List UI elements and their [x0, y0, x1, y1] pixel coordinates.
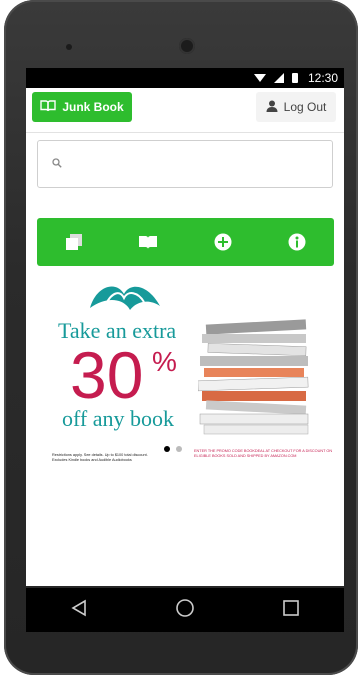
recents-icon[interactable]	[282, 599, 300, 622]
system-nav-bar	[26, 588, 344, 632]
holly-leaf-logo	[86, 276, 164, 319]
promo-headline-bottom: off any book	[62, 406, 175, 431]
earpiece-speaker	[66, 44, 72, 50]
logout-label: Log Out	[283, 100, 327, 114]
fine-print-right: ENTER THE PROMO CODE BOOKDEAL AT CHECKOU…	[194, 449, 333, 458]
status-time: 12:30	[307, 71, 338, 85]
user-icon	[266, 100, 278, 115]
brand-label: Junk Book	[62, 100, 124, 114]
search-input[interactable]	[70, 156, 314, 172]
search-icon	[52, 155, 62, 173]
back-icon[interactable]	[70, 599, 88, 622]
front-camera	[179, 38, 195, 54]
carousel-dot-active[interactable]	[164, 446, 170, 452]
open-book-icon	[40, 99, 57, 115]
search-box[interactable]	[37, 140, 333, 188]
junk-book-button[interactable]: Junk Book	[32, 92, 132, 122]
category-nav	[37, 218, 334, 266]
signal-icon	[273, 73, 284, 83]
status-bar: 12:30	[26, 68, 344, 88]
plus-circle-icon[interactable]	[208, 227, 238, 257]
wifi-icon	[253, 74, 266, 82]
books-stack-icon[interactable]	[59, 227, 89, 257]
fine-print-left: Restrictions apply. See details. Up to $…	[52, 453, 148, 462]
books-stack-illustration	[197, 318, 318, 441]
promo-banner[interactable]: Take an extra 30 % off any book Restrict…	[26, 274, 344, 504]
info-circle-icon[interactable]	[282, 227, 312, 257]
app-screen: 12:30 Junk Book Log Out Take an extra 30…	[26, 68, 344, 586]
battery-icon	[291, 73, 298, 83]
carousel-dot[interactable]	[176, 446, 182, 452]
top-bar: Junk Book Log Out	[26, 88, 344, 133]
promo-discount-number: 30	[70, 338, 144, 412]
open-book-icon[interactable]	[133, 227, 163, 257]
carousel-dots	[164, 446, 182, 452]
logout-button[interactable]: Log Out	[256, 92, 336, 122]
home-icon[interactable]	[175, 598, 195, 623]
promo-percent-sign: %	[152, 346, 177, 377]
